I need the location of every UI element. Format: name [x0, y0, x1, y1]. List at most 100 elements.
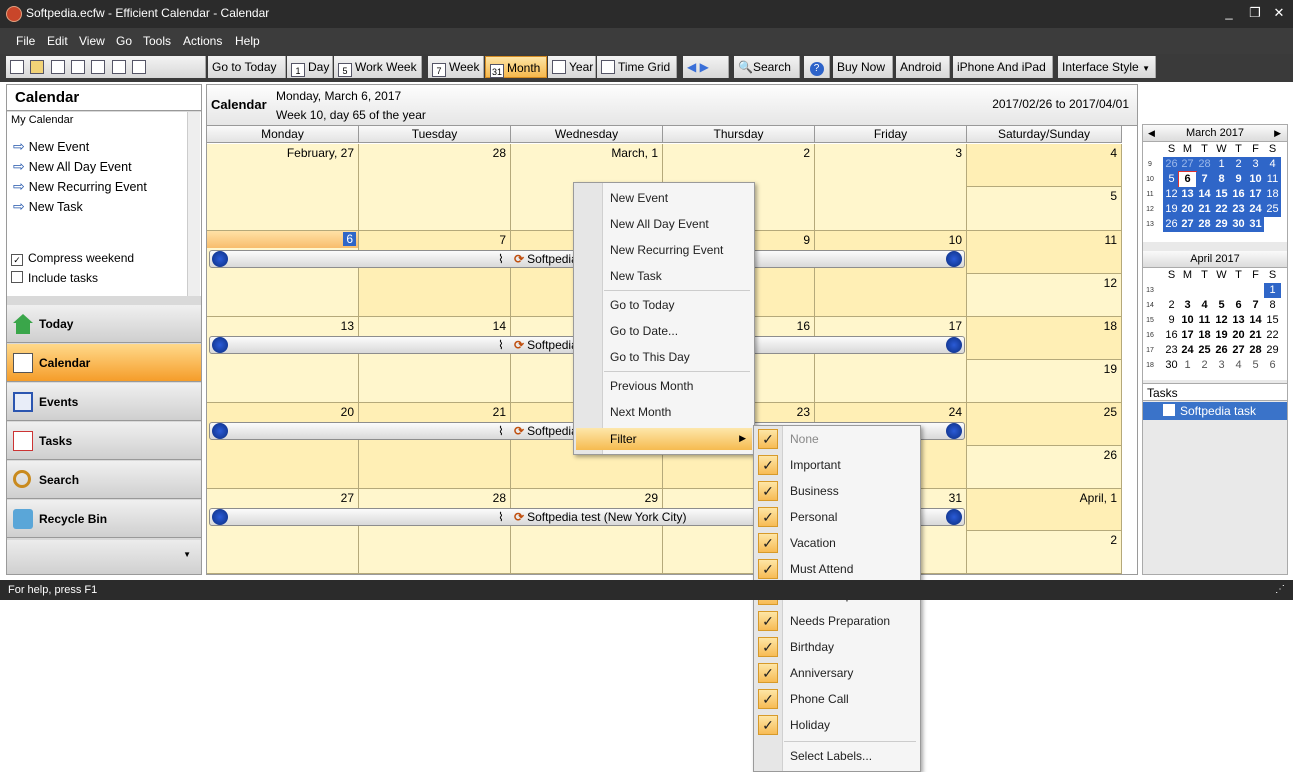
day-cell[interactable]: 7 — [359, 231, 511, 317]
minimize-button[interactable]: _ — [1218, 4, 1240, 22]
day-cell[interactable]: 29 — [511, 489, 663, 574]
weekend-cell[interactable]: 26 — [967, 446, 1122, 489]
mini-day[interactable]: 3 — [1247, 157, 1264, 172]
filter-item-phone-call[interactable]: Phone Call — [790, 692, 849, 706]
weekend-cell[interactable]: 12 — [967, 274, 1122, 317]
mini-day[interactable]: 29 — [1264, 343, 1281, 358]
mini-day[interactable]: 2 — [1230, 157, 1247, 172]
weekend-cell[interactable]: 18 — [967, 317, 1122, 360]
app-icon[interactable] — [6, 6, 22, 22]
filter-item-none[interactable]: None — [790, 432, 819, 446]
nav-search[interactable]: Search — [7, 461, 201, 499]
mini-day[interactable]: 8 — [1213, 172, 1230, 187]
weekend-cell[interactable]: 5 — [967, 187, 1122, 231]
mini-day[interactable]: 23 — [1163, 343, 1180, 358]
cut-icon[interactable] — [91, 60, 106, 74]
android-button[interactable]: Android — [896, 56, 950, 78]
ctx-filter[interactable]: Filter ▶ — [576, 428, 752, 450]
day-cell[interactable]: February, 27 — [207, 144, 359, 231]
mini-day[interactable]: 24 — [1247, 202, 1264, 217]
weekend-cell[interactable]: 4 — [967, 144, 1122, 187]
day-cell[interactable]: 10 — [815, 231, 967, 317]
include-tasks-checkbox[interactable]: Include tasks — [11, 271, 98, 285]
mini-day[interactable]: 31 — [1247, 217, 1264, 232]
menu-file[interactable]: File — [16, 34, 35, 48]
mini-day[interactable]: 19 — [1213, 328, 1230, 343]
mini-day[interactable]: 10 — [1179, 313, 1196, 328]
mini-day[interactable]: 15 — [1264, 313, 1281, 328]
print-icon[interactable] — [50, 60, 65, 74]
menu-help[interactable]: Help — [235, 34, 260, 48]
mini-day[interactable]: 8 — [1264, 298, 1281, 313]
interface-style-dropdown[interactable]: Interface Style ▼ — [1058, 56, 1156, 78]
mini-day[interactable]: 28 — [1196, 217, 1213, 232]
day-cell[interactable]: 17 — [815, 317, 967, 403]
mini-day[interactable]: 11 — [1196, 313, 1213, 328]
filter-item-important[interactable]: Important — [790, 458, 841, 472]
ctx-previous-month[interactable]: Previous Month — [610, 379, 693, 393]
mini-day[interactable]: 1 — [1213, 157, 1230, 172]
ctx-new-all-day-event[interactable]: New All Day Event — [610, 217, 709, 231]
new-document-icon[interactable] — [10, 60, 24, 74]
open-folder-icon[interactable] — [30, 60, 45, 74]
restore-button[interactable]: ❐ — [1244, 4, 1266, 22]
ctx-go-to-date[interactable]: Go to Date... — [610, 324, 678, 338]
previous-arrow-icon[interactable]: ◀ — [687, 60, 696, 74]
mini-day[interactable]: 3 — [1179, 298, 1196, 313]
paste-icon[interactable] — [132, 60, 147, 74]
filter-item-birthday[interactable]: Birthday — [790, 640, 834, 654]
nav-today[interactable]: Today — [7, 305, 201, 343]
filter-item-business[interactable]: Business — [790, 484, 839, 498]
mini-day[interactable]: 29 — [1213, 217, 1230, 232]
mini-day[interactable]: 23 — [1230, 202, 1247, 217]
copy-icon[interactable] — [111, 60, 126, 74]
close-button[interactable]: ✕ — [1268, 4, 1290, 22]
mini-day[interactable]: 2 — [1163, 298, 1180, 313]
day-cell[interactable]: 13 — [207, 317, 359, 403]
next-month-icon[interactable]: ▶ — [1274, 125, 1281, 141]
day-cell[interactable]: 27 — [207, 489, 359, 574]
mini-day[interactable]: 5 — [1163, 172, 1180, 187]
iphone-ipad-button[interactable]: iPhone And iPad — [953, 56, 1053, 78]
mini-day[interactable]: 19 — [1163, 202, 1180, 217]
mini-day[interactable]: 15 — [1213, 187, 1230, 202]
resize-grip-icon[interactable]: ⋰ — [1275, 580, 1285, 600]
mini-day[interactable]: 14 — [1196, 187, 1213, 202]
week-view-button[interactable]: 7 Week — [428, 56, 484, 78]
mini-day[interactable]: 13 — [1230, 313, 1247, 328]
weekend-cell[interactable]: 2 — [967, 531, 1122, 574]
menu-edit[interactable]: Edit — [47, 34, 68, 48]
nav-recycle-bin[interactable]: Recycle Bin — [7, 500, 201, 538]
year-view-button[interactable]: Year — [548, 56, 596, 78]
mini-day[interactable]: 22 — [1264, 328, 1281, 343]
ctx-new-task[interactable]: New Task — [610, 269, 662, 283]
day-cell[interactable]: 20 — [207, 403, 359, 489]
next-arrow-icon[interactable]: ▶ — [700, 60, 709, 74]
mini-day[interactable]: 10 — [1247, 172, 1264, 187]
shortcut-scrollbar[interactable] — [187, 112, 200, 296]
prev-month-icon[interactable]: ◀ — [1148, 125, 1155, 141]
mini-day[interactable]: 21 — [1247, 328, 1264, 343]
mini-day[interactable]: 12 — [1213, 313, 1230, 328]
mini-day[interactable]: 4 — [1230, 358, 1247, 373]
mini-day[interactable]: 6 — [1178, 171, 1197, 188]
mini-day[interactable]: 17 — [1247, 187, 1264, 202]
filter-item-needs-preparation[interactable]: Needs Preparation — [790, 614, 890, 628]
ctx-next-month[interactable]: Next Month — [610, 405, 671, 419]
task-checkbox[interactable] — [1163, 404, 1175, 416]
help-button[interactable]: ? — [804, 56, 830, 78]
mini-day[interactable]: 30 — [1230, 217, 1247, 232]
mini-day[interactable]: 1 — [1264, 283, 1281, 298]
mini-day[interactable]: 3 — [1213, 358, 1230, 373]
mini-day[interactable]: 9 — [1163, 313, 1180, 328]
day-cell[interactable]: 6 — [207, 231, 359, 317]
mini-day[interactable]: 27 — [1230, 343, 1247, 358]
mini-day[interactable]: 7 — [1247, 298, 1264, 313]
weekend-cell[interactable]: 25 — [967, 403, 1122, 446]
day-cell[interactable]: 3 — [815, 144, 967, 231]
filter-item-vacation[interactable]: Vacation — [790, 536, 836, 550]
mini-day[interactable]: 26 — [1213, 343, 1230, 358]
mini-day[interactable]: 6 — [1264, 358, 1281, 373]
select-labels-item[interactable]: Select Labels... — [790, 749, 872, 763]
mini-day[interactable]: 16 — [1163, 328, 1180, 343]
